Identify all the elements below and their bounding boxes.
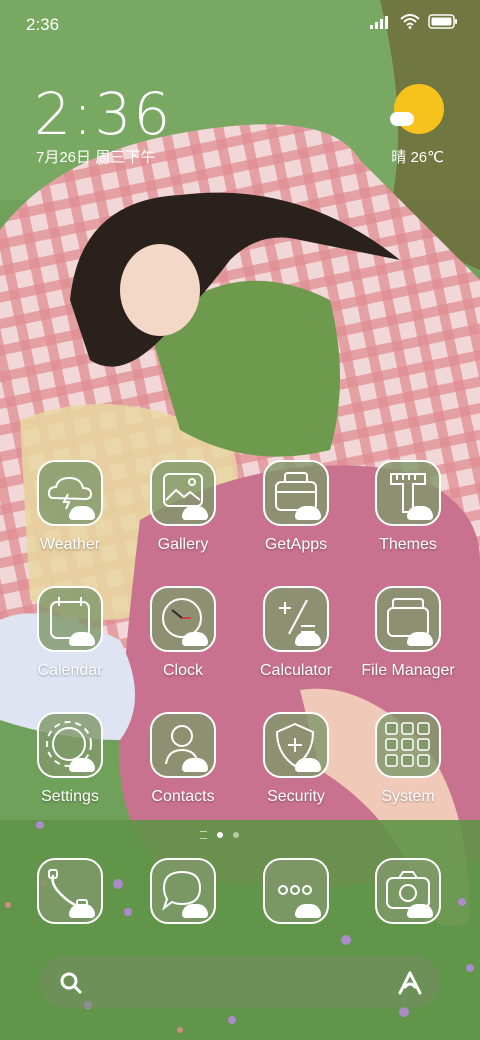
app-label: System [381,788,435,805]
app-icon-tile[interactable] [150,586,216,652]
app-weather[interactable]: Weather [20,460,120,554]
app-clock[interactable]: Clock [133,586,233,680]
clock-widget-time[interactable]: 2:36 [34,80,172,148]
status-bar: 2:36 [0,0,480,50]
flower-decoration-icon [69,506,95,520]
weather-condition: 晴 26℃ [391,149,444,166]
app-system-folder[interactable]: System [358,712,458,806]
app-label: Calendar [37,662,103,679]
flower-decoration-icon [182,506,208,520]
wifi-icon [400,14,420,29]
dock-messages[interactable] [133,858,233,924]
search-icon [60,972,82,994]
app-icon-tile[interactable] [150,712,216,778]
clock-widget-date: 7月26日 周三下午 [36,149,156,166]
app-label: Contacts [151,788,215,805]
cloud-icon [390,112,414,126]
dock-phone[interactable] [20,858,120,924]
status-icons [370,14,458,29]
app-label: Calculator [259,662,333,679]
app-icon-tile[interactable] [375,460,441,526]
app-calculator[interactable]: Calculator [246,586,346,680]
app-icon-tile[interactable] [150,460,216,526]
flower-decoration-icon [182,632,208,646]
sun-icon [394,84,444,134]
flower-decoration-icon [407,632,433,646]
flower-decoration-icon [182,904,208,918]
app-contacts[interactable]: Contacts [133,712,233,806]
app-icon-tile[interactable] [150,858,216,924]
app-calendar[interactable]: Calendar [20,586,120,680]
flower-decoration-icon [182,758,208,772]
app-settings[interactable]: Settings [20,712,120,806]
app-icon-tile[interactable] [263,586,329,652]
page-indicator-menu [200,831,207,839]
dock-more-apps[interactable] [246,858,346,924]
dock-camera[interactable] [358,858,458,924]
page-dot-1 [217,832,223,838]
app-themes[interactable]: Themes [358,460,458,554]
app-label: Gallery [157,536,209,553]
app-file-manager[interactable]: File Manager [358,586,458,680]
flower-decoration-icon [69,758,95,772]
app-label: Themes [379,536,437,553]
battery-icon [428,14,457,29]
search-bar[interactable] [40,956,440,1008]
app-icon-tile[interactable] [37,460,103,526]
flower-decoration-icon [295,758,321,772]
app-icon-tile[interactable] [375,858,441,924]
app-gallery[interactable]: Gallery [133,460,233,554]
flower-decoration-icon [407,904,433,918]
system-folder-icon [385,722,430,767]
flower-decoration-icon [295,632,321,646]
app-getapps[interactable]: GetApps [246,460,346,554]
flower-decoration-icon [295,904,321,918]
app-icon-tile[interactable] [37,858,103,924]
app-label: Clock [162,662,203,679]
status-time: 2:36 [26,15,60,34]
flower-decoration-icon [69,632,95,646]
app-label: Settings [41,788,99,805]
app-security[interactable]: Security [246,712,346,806]
app-icon-tile[interactable] [263,712,329,778]
app-icon-tile[interactable] [375,712,441,778]
flower-decoration-icon [69,904,95,918]
page-indicator[interactable] [200,831,239,839]
app-icon-tile[interactable] [37,586,103,652]
app-icon-tile[interactable] [263,858,329,924]
app-label: Security [267,788,325,805]
app-label: Weather [39,536,101,553]
app-label: File Manager [361,662,455,679]
assistant-icon[interactable] [396,969,424,997]
app-icon-tile[interactable] [263,460,329,526]
app-icon-tile[interactable] [375,586,441,652]
signal-icon [370,15,388,29]
flower-decoration-icon [295,506,321,520]
page-dot-2 [233,832,239,838]
app-icon-tile[interactable] [37,712,103,778]
app-label: GetApps [264,536,328,553]
flower-decoration-icon [407,506,433,520]
